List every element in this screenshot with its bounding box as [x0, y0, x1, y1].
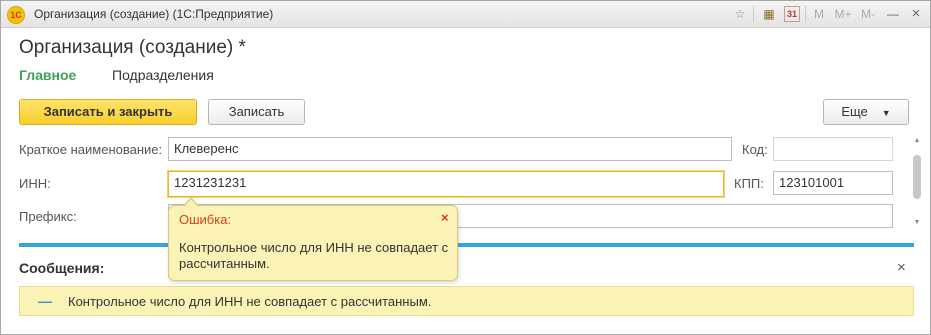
calculator-icon[interactable]: ▦ [761, 6, 777, 22]
save-and-close-button[interactable]: Записать и закрыть [19, 99, 197, 125]
page-title: Организация (создание) * [19, 37, 246, 58]
star-icon[interactable]: ☆ [732, 6, 748, 22]
prefix-label: Префикс: [19, 209, 77, 224]
scroll-up-icon[interactable]: ▲ [912, 137, 922, 145]
short-name-field[interactable]: Клеверенс [168, 137, 732, 161]
close-icon[interactable]: × [908, 6, 924, 22]
toolbar-divider [753, 6, 754, 22]
title-bar: 1С Организация (создание) (1С:Предприяти… [1, 1, 930, 28]
tab-main[interactable]: Главное [19, 67, 76, 83]
tooltip-tail-inner [184, 199, 198, 207]
app-logo-icon[interactable]: 1С [7, 6, 25, 24]
kpp-label: КПП: [734, 176, 764, 191]
memory-minus-icon[interactable]: M- [858, 6, 878, 22]
inn-label: ИНН: [19, 176, 51, 191]
more-button-label: Еще [841, 104, 868, 119]
messages-separator [19, 243, 914, 247]
minimize-icon[interactable]: — [885, 6, 901, 22]
memory-m-icon[interactable]: M [811, 6, 827, 22]
message-marker-icon: — [38, 293, 52, 309]
calendar-icon[interactable]: 31 [784, 6, 800, 22]
short-name-label: Краткое наименование: [19, 142, 163, 157]
messages-close-icon[interactable]: × [897, 259, 906, 276]
app-window: 1С Организация (создание) (1С:Предприяти… [0, 0, 931, 335]
chevron-down-icon: ▼ [881, 107, 891, 118]
code-label: Код: [742, 142, 768, 157]
save-button[interactable]: Записать [208, 99, 305, 125]
message-text: Контрольное число для ИНН не совпадает с… [68, 294, 432, 309]
scrollbar-thumb[interactable] [913, 155, 921, 199]
tab-subdivisions[interactable]: Подразделения [112, 67, 214, 83]
toolbar-divider [805, 6, 806, 22]
tooltip-text: Контрольное число для ИНН не совпадает с… [179, 240, 449, 271]
memory-plus-icon[interactable]: M+ [833, 6, 853, 22]
error-tooltip: Ошибка: × Контрольное число для ИНН не с… [168, 197, 458, 281]
scrollbar[interactable]: ▲ ▼ [912, 137, 922, 227]
window-title: Организация (создание) (1С:Предприятие) [34, 7, 274, 21]
scroll-down-icon[interactable]: ▼ [912, 219, 922, 227]
kpp-field[interactable]: 123101001 [773, 171, 893, 195]
inn-field[interactable]: 1231231231 [168, 171, 724, 197]
tooltip-title: Ошибка: [179, 212, 232, 227]
messages-title: Сообщения: [19, 260, 105, 276]
tooltip-close-icon[interactable]: × [441, 210, 449, 225]
message-item[interactable]: — Контрольное число для ИНН не совпадает… [19, 286, 914, 316]
more-button[interactable]: Еще ▼ [823, 99, 909, 125]
code-field[interactable] [773, 137, 893, 161]
